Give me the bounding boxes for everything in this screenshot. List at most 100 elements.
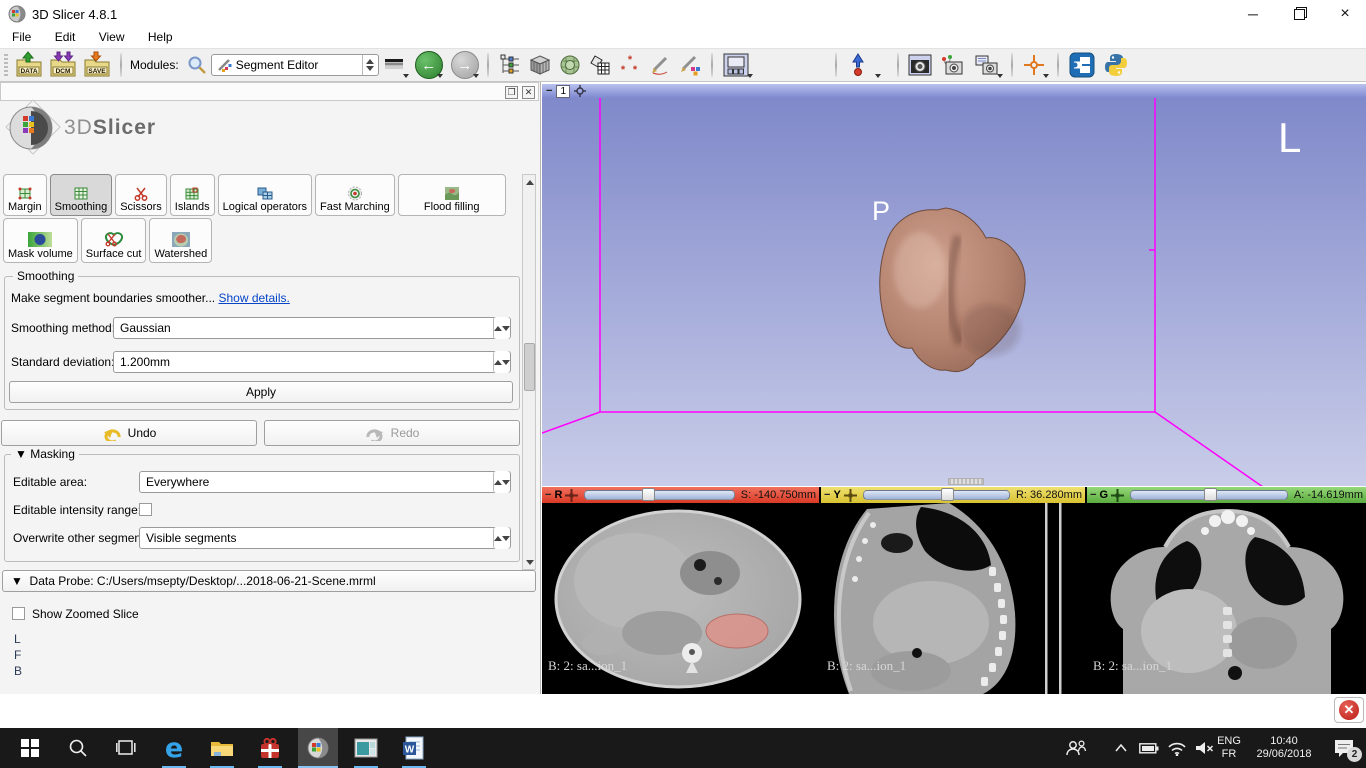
menu-file[interactable]: File — [4, 28, 43, 46]
effect-surface-cut-button[interactable]: Surface cut — [81, 218, 147, 263]
effect-fast-marching-button[interactable]: Fast Marching — [315, 174, 395, 216]
effect-margin-button[interactable]: Margin — [3, 174, 47, 216]
load-data-button[interactable]: DATA — [14, 51, 44, 79]
module-search-icon[interactable] — [187, 55, 207, 75]
layout-selector-button[interactable] — [719, 51, 753, 79]
python-console-button[interactable] — [1099, 51, 1133, 79]
panel-undock-button[interactable]: ❐ — [505, 86, 518, 99]
markups-module-button[interactable]: * * * — [615, 51, 645, 79]
redo-button[interactable]: Redo — [264, 420, 520, 446]
green-slice-viewport[interactable]: B: 2: sa...ion_1 — [1087, 503, 1366, 694]
models-module-button[interactable] — [555, 51, 585, 79]
language-tray-button[interactable]: ENG FR — [1212, 728, 1246, 768]
toolbar-grip[interactable] — [4, 54, 8, 76]
extensions-manager-button[interactable] — [1065, 51, 1099, 79]
error-dismiss-button[interactable]: ✕ — [1334, 697, 1364, 723]
show-details-link[interactable]: Show details. — [218, 291, 289, 305]
clock-tray-button[interactable]: 10:40 29/06/2018 — [1248, 728, 1320, 768]
effect-watershed-button[interactable]: Watershed — [149, 218, 212, 263]
module-selector-spin[interactable] — [362, 55, 378, 75]
green-slice-pin-icon[interactable] — [1111, 489, 1124, 502]
overwrite-spin[interactable] — [493, 527, 510, 549]
subject-hierarchy-button[interactable] — [495, 51, 525, 79]
intensity-range-checkbox[interactable] — [139, 503, 152, 516]
menu-view[interactable]: View — [91, 28, 137, 46]
screenshot-camera-icon — [908, 54, 932, 76]
file-explorer-button[interactable] — [202, 728, 242, 768]
stddev-spinbox[interactable]: 1.200mm — [113, 351, 511, 373]
panel-close-button[interactable]: ✕ — [522, 86, 535, 99]
apply-button[interactable]: Apply — [9, 381, 513, 403]
edge-taskbar-button[interactable]: e — [154, 728, 194, 768]
network-tray-button[interactable] — [1162, 728, 1192, 768]
stddev-spin[interactable] — [493, 351, 510, 373]
tray-overflow-button[interactable] — [1106, 728, 1136, 768]
show-zoomed-slice-checkbox[interactable] — [12, 607, 25, 620]
effect-logical-operators-button[interactable]: Logical operators — [218, 174, 312, 216]
taskbar-search-button[interactable] — [58, 728, 98, 768]
red-slice-slider[interactable] — [584, 490, 734, 500]
menu-help[interactable]: Help — [140, 28, 185, 46]
view3d-viewport[interactable]: P L — [542, 98, 1366, 486]
scrollbar-thumb[interactable] — [524, 343, 535, 391]
module-history-button[interactable] — [379, 51, 409, 79]
panel-scrollbar[interactable] — [522, 174, 536, 570]
menu-edit[interactable]: Edit — [47, 28, 88, 46]
masking-group-title[interactable]: ▼ Masking — [11, 447, 79, 461]
battery-tray-button[interactable] — [1134, 728, 1164, 768]
scrollbar-up-icon[interactable] — [524, 176, 535, 188]
red-slice-viewport[interactable]: B: 2: sa...ion_1 — [542, 503, 819, 694]
volumes-module-button[interactable] — [525, 51, 555, 79]
effect-islands-button[interactable]: Islands — [170, 174, 215, 216]
effect-mask-volume-button[interactable]: Mask volume — [3, 218, 78, 263]
view-splitter-grip[interactable] — [948, 478, 984, 485]
scene-view-restore-button[interactable] — [969, 51, 1003, 79]
yellow-slice-pin-icon[interactable] — [844, 489, 857, 502]
red-slice-pin-icon[interactable] — [565, 489, 578, 502]
start-button[interactable] — [10, 728, 50, 768]
gift-app-button[interactable] — [250, 728, 290, 768]
mouse-mode-button[interactable] — [843, 51, 873, 79]
yellow-slice-slider[interactable] — [863, 490, 1010, 500]
yellow-slice-viewport[interactable]: B: 2: sa...ion_1 — [821, 503, 1085, 694]
slicer-taskbar-button[interactable] — [298, 728, 338, 768]
transforms-module-button[interactable] — [585, 51, 615, 79]
annotations-module-button[interactable] — [645, 51, 675, 79]
overwrite-select[interactable]: Visible segments — [139, 527, 511, 549]
scrollbar-down-icon[interactable] — [524, 556, 535, 568]
task-view-button[interactable] — [106, 728, 146, 768]
data-probe-collapsible-button[interactable]: ▼ Data Probe: C:/Users/msepty/Desktop/..… — [2, 570, 536, 592]
restore-button[interactable] — [1284, 4, 1314, 24]
method-spin[interactable] — [493, 317, 510, 339]
green-slice-collapse-button[interactable]: − — [1090, 489, 1096, 501]
smoothing-method-select[interactable]: Gaussian — [113, 317, 511, 339]
notification-badge: 2 — [1347, 747, 1362, 762]
snipping-app-button[interactable] — [346, 728, 386, 768]
green-slice-slider[interactable] — [1130, 490, 1288, 500]
people-tray-button[interactable] — [1058, 728, 1094, 768]
editable-area-select[interactable]: Everywhere — [139, 471, 511, 493]
view3d-collapse-button[interactable]: − — [546, 85, 552, 97]
yellow-slice-collapse-button[interactable]: − — [824, 489, 830, 501]
red-slice-collapse-button[interactable]: − — [545, 489, 551, 501]
screenshot-button[interactable] — [905, 51, 935, 79]
segment-editor-toolbar-button[interactable] — [675, 51, 705, 79]
effect-smoothing-button[interactable]: Smoothing — [50, 174, 113, 216]
module-selector[interactable]: Segment Editor — [211, 54, 379, 76]
green-slice-slider-handle[interactable] — [1204, 488, 1217, 501]
effect-scissors-button[interactable]: Scissors — [115, 174, 167, 216]
editable-area-spin[interactable] — [493, 471, 510, 493]
scene-view-button[interactable] — [935, 51, 969, 79]
load-dicom-button[interactable]: DCM — [48, 51, 78, 79]
save-button[interactable]: SAVE — [82, 51, 112, 79]
crosshair-button[interactable] — [1019, 51, 1049, 79]
effect-flood-filling-button[interactable]: Flood filling — [398, 174, 506, 216]
red-slice-slider-handle[interactable] — [642, 488, 655, 501]
action-center-button[interactable]: 2 — [1322, 728, 1366, 768]
close-button[interactable]: × — [1330, 4, 1360, 24]
undo-button[interactable]: Undo — [1, 420, 257, 446]
word-taskbar-button[interactable]: W — [394, 728, 434, 768]
yellow-slice-slider-handle[interactable] — [941, 488, 954, 501]
view3d-pin-icon[interactable] — [574, 85, 586, 97]
minimize-button[interactable]: ─ — [1238, 4, 1268, 24]
